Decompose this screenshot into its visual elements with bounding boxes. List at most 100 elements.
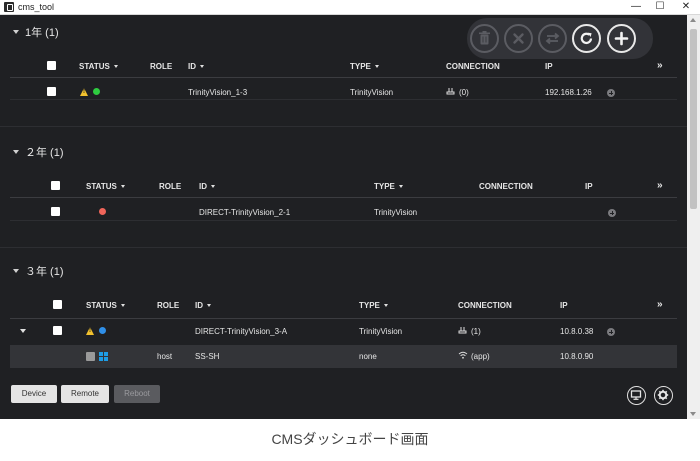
delete-button[interactable] [470,24,499,53]
column-type[interactable]: TYPE [350,62,379,72]
row-checkbox[interactable] [51,207,60,216]
column-id[interactable]: ID [199,182,215,192]
column-id[interactable]: ID [188,62,204,72]
monitor-icon [630,390,642,400]
column-connection: CONNECTION [446,62,500,71]
sort-icon [200,65,204,68]
sort-icon [120,185,125,188]
column-role: ROLE [159,182,182,191]
app-icon [4,2,14,12]
section-separator [0,126,687,127]
add-icon[interactable] [607,328,615,336]
expand-caret-icon[interactable] [20,329,26,333]
section-separator [0,247,687,248]
vertical-scrollbar[interactable] [687,15,700,419]
cancel-button[interactable] [504,24,533,53]
maximize-button[interactable]: ☐ [648,0,672,14]
device-button[interactable]: Device [11,385,57,403]
row-checkbox[interactable] [53,326,62,335]
column-status[interactable]: STATUS [86,182,125,192]
remote-button[interactable]: Remote [61,385,109,403]
row-divider [10,220,677,221]
collapse-caret-icon [13,269,19,273]
select-all-checkbox[interactable] [47,61,56,70]
column-role: ROLE [150,62,173,71]
scroll-thumb[interactable] [690,29,697,209]
add-button[interactable] [607,24,636,53]
column-ip: IP [585,182,593,191]
column-connection: CONNECTION [479,182,533,191]
more-columns-icon[interactable]: » [657,300,663,310]
warning-icon [80,88,88,96]
refresh-icon [580,32,593,45]
more-columns-icon[interactable]: » [657,61,663,71]
gear-icon [657,389,669,401]
group-title: ２年 (1) [25,147,64,159]
sort-icon [383,304,388,307]
column-type[interactable]: TYPE [374,182,403,192]
group-header-1[interactable]: 1年 (1) [13,26,59,40]
add-icon[interactable] [607,89,615,97]
device-ip: 10.8.0.90 [560,352,594,361]
collapse-caret-icon [13,30,19,34]
wifi-icon [458,351,468,359]
select-all-checkbox[interactable] [53,300,62,309]
status-dot-red [99,208,106,215]
refresh-button[interactable] [572,24,601,53]
minimize-button[interactable]: — [624,0,648,14]
device-type: none [359,352,377,361]
swap-button[interactable] [538,24,567,53]
header-divider [10,77,677,78]
row-divider [10,99,677,100]
group-title: ３年 (1) [25,266,64,278]
reboot-button[interactable]: Reboot [114,385,160,403]
sort-icon [113,65,118,68]
column-ip: IP [560,301,568,310]
header-divider [10,197,677,198]
sort-icon [398,185,403,188]
column-status[interactable]: STATUS [79,62,118,72]
close-icon [513,33,524,44]
warning-icon [86,327,94,335]
device-id: TrinityVision_1-3 [188,88,248,97]
device-type: TrinityVision [350,88,394,97]
status-dot-blue [99,327,106,334]
scroll-down-icon[interactable] [690,412,696,416]
column-type[interactable]: TYPE [359,301,388,311]
column-connection: CONNECTION [458,301,512,310]
network-icon [446,87,455,95]
status-dot-green [93,88,100,95]
group-header-3[interactable]: ３年 (1) [13,265,64,279]
title-bar: cms_tool — ☐ ✕ [0,0,700,15]
add-icon[interactable] [608,209,616,217]
device-type: TrinityVision [374,208,418,217]
device-id: SS-SH [195,352,220,361]
scroll-up-icon[interactable] [690,18,696,22]
column-role: ROLE [157,301,180,310]
display-button[interactable] [627,386,646,405]
action-toolbar [467,18,653,59]
sort-icon [211,185,215,188]
column-ip: IP [545,62,553,71]
row-checkbox[interactable] [86,352,95,361]
settings-button[interactable] [654,386,673,405]
collapse-caret-icon [13,150,19,154]
device-id: DIRECT-TrinityVision_2-1 [199,208,291,217]
plus-icon [614,31,629,46]
app-window: cms_tool — ☐ ✕ 1年 (1) STATUS ROLE ID TYP… [0,0,700,419]
column-id[interactable]: ID [195,301,211,311]
connection-count: (1) [471,327,481,336]
trash-icon [479,31,490,45]
more-columns-icon[interactable]: » [657,181,663,191]
window-close-button[interactable]: ✕ [674,0,698,14]
caption: CMSダッシュボード画面 [271,431,429,447]
select-all-checkbox[interactable] [51,181,60,190]
connection-label: (app) [471,352,490,361]
group-title: 1年 (1) [25,27,59,39]
window-title: cms_tool [18,2,55,12]
row-checkbox[interactable] [47,87,56,96]
group-header-2[interactable]: ２年 (1) [13,146,64,160]
network-icon [458,326,467,334]
windows-icon [99,352,108,361]
column-status[interactable]: STATUS [86,301,125,311]
